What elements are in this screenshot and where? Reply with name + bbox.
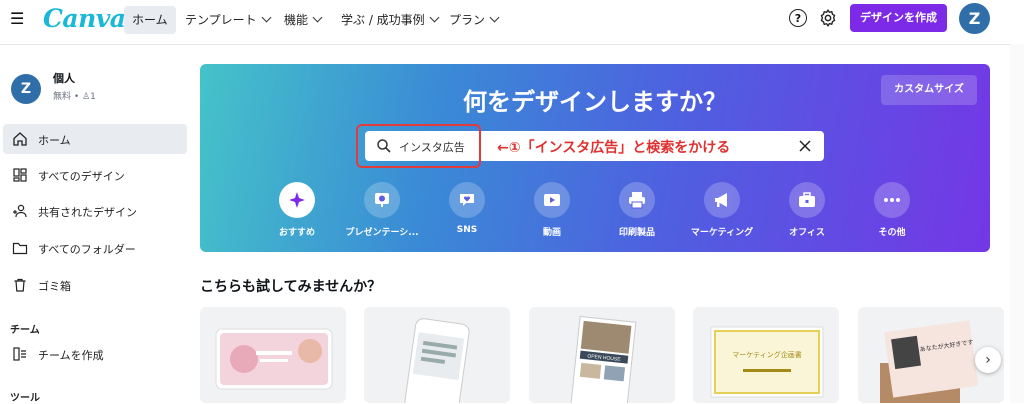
next-arrow-button[interactable]: › [975,347,1001,373]
category-marketing[interactable]: マーケティング [684,182,760,238]
chevron-down-icon [489,12,500,23]
template-card-instagram[interactable] [364,307,510,403]
gear-icon[interactable] [818,8,838,28]
video-icon [544,194,560,206]
chevron-down-icon [429,12,440,23]
close-icon[interactable] [797,138,813,154]
sidebar-item-shared[interactable]: 共有されたデザイン [3,196,187,226]
search-highlight-box [356,124,481,168]
top-bar: ☰ Canva ホーム テンプレート 機能 学ぶ / 成功事例 プラン ? デザ… [0,0,1024,45]
category-presentation[interactable]: プレゼンテーシ... [344,182,420,238]
hero-title: 何をデザインしますか？ [463,88,727,116]
sidebar-avatar[interactable]: Z [11,74,41,104]
create-design-button[interactable]: デザインを作成 [850,4,947,32]
chevron-down-icon [312,12,323,23]
shared-users-icon [13,204,27,218]
design-search-hero: 何をデザインしますか？ カスタムサイズ インスタ広告 ←①「インスタ広告」と検索… [200,64,990,252]
sidebar-item-all-designs[interactable]: すべてのデザイン [3,160,187,190]
category-more[interactable]: その他 [854,182,930,238]
avatar[interactable]: Z [959,3,990,34]
briefcase-icon [799,192,815,207]
tools-section-heading: ツール [10,393,40,404]
category-office[interactable]: オフィス [769,182,845,238]
template-card-document[interactable]: マーケティング企画書 [693,307,839,403]
heart-chat-icon [460,194,474,206]
template-card-flyer[interactable]: OPEN HOUSE [529,307,675,403]
flyer-thumbnail: OPEN HOUSE [570,315,637,403]
category-print[interactable]: 印刷製品 [599,182,675,238]
presentation-thumbnail [215,328,333,390]
member-icon: ♙ [82,92,91,102]
grid-icon [13,168,27,182]
custom-size-button[interactable]: カスタムサイズ [881,75,977,105]
template-card-presentation[interactable] [200,307,346,403]
scrollbar[interactable] [1010,44,1024,403]
document-caption: マーケティング企画書 [732,350,801,359]
sidebar: Z 個人 無料 • ♙1 ホーム すべてのデザイン 共有されたデザイン すべての… [0,45,190,404]
team-section-heading: チーム [10,325,40,336]
nav-learn[interactable]: 学ぶ / 成功事例 [333,6,446,34]
megaphone-icon [715,193,727,207]
canva-logo[interactable]: Canva [43,4,126,33]
printer-icon [629,192,645,209]
nav-home[interactable]: ホーム [124,6,176,34]
folder-icon [12,242,28,255]
document-thumbnail: マーケティング企画書 [710,326,824,398]
sidebar-item-home[interactable]: ホーム [3,124,187,154]
account-name[interactable]: 個人 [53,70,75,86]
sparkle-icon [289,192,305,208]
sidebar-item-trash[interactable]: ゴミ箱 [3,270,187,300]
sidebar-item-folders[interactable]: すべてのフォルダー [3,233,187,263]
home-icon [13,132,27,146]
category-video[interactable]: 動画 [514,182,590,238]
presentation-icon [375,193,389,207]
trash-icon [14,278,26,292]
instruction-annotation: ←①「インスタ広告」と検索をかける [497,140,731,156]
chevron-down-icon [261,12,272,23]
category-recommended[interactable]: おすすめ [259,182,335,238]
nav-plans[interactable]: プラン [441,6,506,34]
instagram-post-thumbnail [404,318,470,403]
help-icon[interactable]: ? [789,9,807,27]
more-icon [884,198,900,202]
category-sns[interactable]: SNS [429,182,505,235]
team-icon [13,347,26,361]
account-plan: 無料 • ♙1 [53,92,96,102]
nav-templates[interactable]: テンプレート [177,6,278,34]
suggestions-title: こちらも試してみませんか？ [200,279,382,295]
nav-features[interactable]: 機能 [276,6,329,34]
menu-icon[interactable]: ☰ [10,10,26,28]
sidebar-item-create-team[interactable]: チームを作成 [3,339,187,369]
